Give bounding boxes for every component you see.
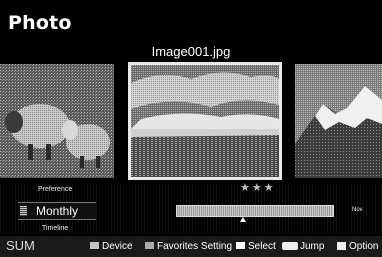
sheep-photo <box>0 64 114 178</box>
option-button[interactable]: Option <box>337 241 378 252</box>
thumbnail-mountain[interactable] <box>295 64 382 178</box>
thumbnail-seascape-selected[interactable] <box>128 62 282 180</box>
timeline-bar[interactable] <box>176 205 334 217</box>
list-icon <box>20 206 27 216</box>
select-label: Select <box>248 241 276 252</box>
preference-selector[interactable]: Monthly <box>18 202 96 220</box>
tools-icon <box>337 242 346 250</box>
favorites-setting-label: Favorites Setting <box>157 241 233 252</box>
seascape-photo <box>131 65 279 177</box>
color-key-icon <box>90 242 99 249</box>
thumbnail-sheep[interactable] <box>0 64 114 178</box>
timeline-end-label: Nov <box>352 207 363 213</box>
mountain-photo <box>295 64 382 178</box>
favorites-setting-button[interactable]: Favorites Setting <box>145 241 232 252</box>
skip-buttons-icon <box>282 242 298 250</box>
device-button[interactable]: Device <box>90 241 133 252</box>
preference-value: Monthly <box>36 204 79 218</box>
jump-label: Jump <box>300 241 325 252</box>
option-label: Option <box>349 241 379 252</box>
sum-label: SUM <box>6 238 35 253</box>
photo-screen: Photo Image001.jpg Preference Monthly No… <box>0 0 382 257</box>
preference-label: Preference <box>38 186 73 193</box>
page-title: Photo <box>8 12 72 34</box>
select-button[interactable]: Select <box>236 241 276 252</box>
color-key-icon <box>236 242 245 249</box>
current-file-name: Image001.jpg <box>151 44 231 59</box>
timeline-position-marker[interactable] <box>240 217 246 222</box>
status-bar: SUM Device Favorites Setting Select Jump… <box>0 236 382 257</box>
color-key-icon <box>145 242 154 249</box>
jump-button[interactable]: Jump <box>282 241 324 252</box>
device-label: Device <box>102 241 133 252</box>
timeline-label: Timeline <box>42 225 69 232</box>
